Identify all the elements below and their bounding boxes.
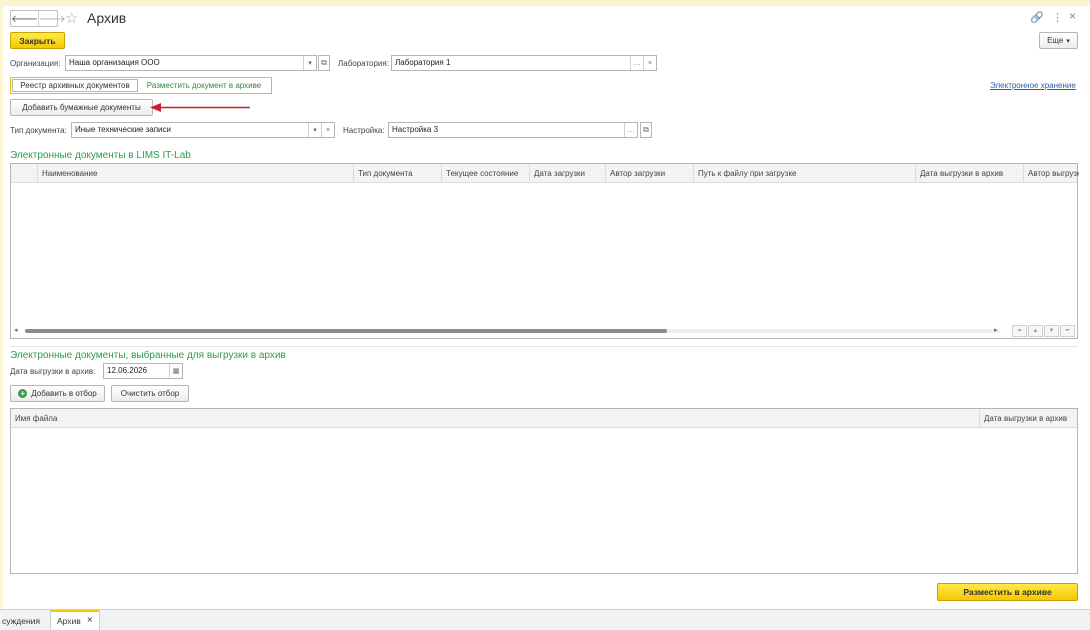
add-circle-icon: +: [18, 389, 28, 398]
clear-icon[interactable]: ×: [643, 56, 656, 70]
window-tab-archive-label: Архив: [57, 615, 81, 626]
column-header-upload-date[interactable]: Дата загрузки: [529, 164, 605, 183]
more-vertical-icon[interactable]: ⋮: [1052, 11, 1063, 24]
next-row-icon[interactable]: ▼: [1044, 325, 1059, 337]
more-button[interactable]: Еще ▾: [1039, 32, 1078, 49]
back-arrow-icon[interactable]: 🡐: [11, 11, 38, 26]
close-button[interactable]: Закрыть: [10, 32, 65, 49]
table-header: Наименование Тип документа Текущее состо…: [11, 164, 1079, 183]
annotation-arrow-icon: [150, 103, 250, 112]
open-org-icon[interactable]: ⧉: [318, 55, 330, 71]
column-header-state[interactable]: Текущее состояние: [441, 164, 529, 183]
close-icon[interactable]: ×: [1069, 9, 1076, 23]
selected-docs-table[interactable]: Имя файла Дата выгрузки в архив: [10, 408, 1078, 574]
setting-field[interactable]: Настройка 3 …: [388, 122, 638, 138]
horizontal-scrollbar[interactable]: ◂ ▸ ⏶ ▲ ▼ ⏷: [11, 324, 1077, 338]
tab-archive-registry[interactable]: Реестр архивных документов: [12, 79, 138, 92]
scroll-track[interactable]: [25, 329, 1000, 333]
doc-type-value: Иные технические записи: [75, 125, 171, 134]
lab-value: Лаборатория 1: [395, 58, 451, 67]
tab-switcher: Реестр архивных документов Разместить до…: [10, 77, 272, 94]
window-frame-top: [0, 0, 1090, 6]
tab-place-document[interactable]: Разместить документ в архиве: [138, 79, 270, 92]
clear-icon[interactable]: ×: [321, 123, 334, 137]
open-setting-icon[interactable]: ⧉: [640, 122, 652, 138]
window-tab-discussions[interactable]: суждения: [0, 610, 40, 630]
org-label: Организация:: [10, 59, 61, 68]
favorite-star-icon[interactable]: ☆: [65, 9, 78, 27]
column-header-marker: [11, 164, 37, 183]
org-field[interactable]: Наша организация ООО ▾: [65, 55, 317, 71]
calendar-icon[interactable]: ▦: [169, 364, 182, 378]
table-header: Имя файла Дата выгрузки в архив: [11, 409, 1077, 428]
close-tab-icon[interactable]: ×: [87, 615, 93, 626]
electronic-docs-table[interactable]: Наименование Тип документа Текущее состо…: [10, 163, 1079, 339]
first-row-icon[interactable]: ⏶: [1012, 325, 1027, 337]
active-tab-indicator: [51, 610, 99, 612]
dropdown-arrow-icon[interactable]: ▾: [308, 123, 321, 137]
electronic-storage-link[interactable]: Электронное хранение: [990, 81, 1076, 90]
section-electronic-docs-title: Электронные документы в LIMS IT-Lab: [10, 150, 191, 161]
scroll-left-icon[interactable]: ◂: [14, 326, 18, 334]
doc-type-label: Тип документа:: [10, 126, 67, 135]
lab-label: Лаборатория:: [338, 59, 389, 68]
scroll-thumb[interactable]: [25, 329, 667, 333]
clear-filter-button[interactable]: Очистить отбор: [111, 385, 189, 402]
org-value: Наша организация ООО: [69, 58, 160, 67]
add-to-filter-label: Добавить в отбор: [31, 389, 97, 398]
column-header-export-author[interactable]: Автор выгрузки: [1023, 164, 1079, 183]
column-header-export-date[interactable]: Дата выгрузки в архив: [915, 164, 1023, 183]
section-selected-docs-title: Электронные документы, выбранные для выг…: [10, 350, 286, 361]
column-header-upload-author[interactable]: Автор загрузки: [605, 164, 693, 183]
open-windows-bar: суждения Архив ×: [0, 609, 1090, 630]
scroll-right-icon[interactable]: ▸: [994, 326, 998, 334]
prev-row-icon[interactable]: ▲: [1028, 325, 1043, 337]
export-date-value: 12.06.2026: [107, 366, 148, 375]
select-ellipsis-icon[interactable]: …: [624, 123, 637, 137]
window-frame-left: [0, 0, 3, 610]
add-to-filter-button[interactable]: + Добавить в отбор: [10, 385, 105, 402]
setting-value: Настройка 3: [392, 125, 439, 134]
dropdown-arrow-icon[interactable]: ▾: [303, 56, 316, 70]
lab-field[interactable]: Лаборатория 1 … ×: [391, 55, 657, 71]
column-header-file-path[interactable]: Путь к файлу при загрузке: [693, 164, 915, 183]
select-ellipsis-icon[interactable]: …: [630, 56, 643, 70]
more-button-label: Еще: [1047, 36, 1064, 45]
window-tab-archive[interactable]: Архив ×: [50, 610, 100, 630]
setting-label: Настройка:: [343, 126, 385, 135]
forward-arrow-icon[interactable]: 🡒: [37, 11, 66, 26]
chevron-down-icon: ▾: [1066, 37, 1070, 45]
column-header-name[interactable]: Наименование: [37, 164, 353, 183]
row-navigation: ⏶ ▲ ▼ ⏷: [1011, 325, 1075, 337]
add-paper-documents-button[interactable]: Добавить бумажные документы: [10, 99, 153, 116]
column-header-file-name[interactable]: Имя файла: [11, 409, 979, 428]
section-divider: [10, 346, 1078, 347]
place-in-archive-button[interactable]: Разместить в архиве: [937, 583, 1078, 601]
export-date-field[interactable]: 12.06.2026 ▦: [103, 363, 183, 379]
page-title: Архив: [87, 10, 127, 26]
last-row-icon[interactable]: ⏷: [1060, 325, 1075, 337]
column-header-export-date[interactable]: Дата выгрузки в архив: [979, 409, 1079, 428]
column-header-doc-type[interactable]: Тип документа: [353, 164, 441, 183]
export-date-label: Дата выгрузки в архив:: [10, 367, 96, 376]
link-icon[interactable]: 🔗: [1030, 11, 1044, 24]
doc-type-field[interactable]: Иные технические записи ▾ ×: [71, 122, 335, 138]
nav-buttons: 🡐 🡒: [10, 10, 66, 27]
